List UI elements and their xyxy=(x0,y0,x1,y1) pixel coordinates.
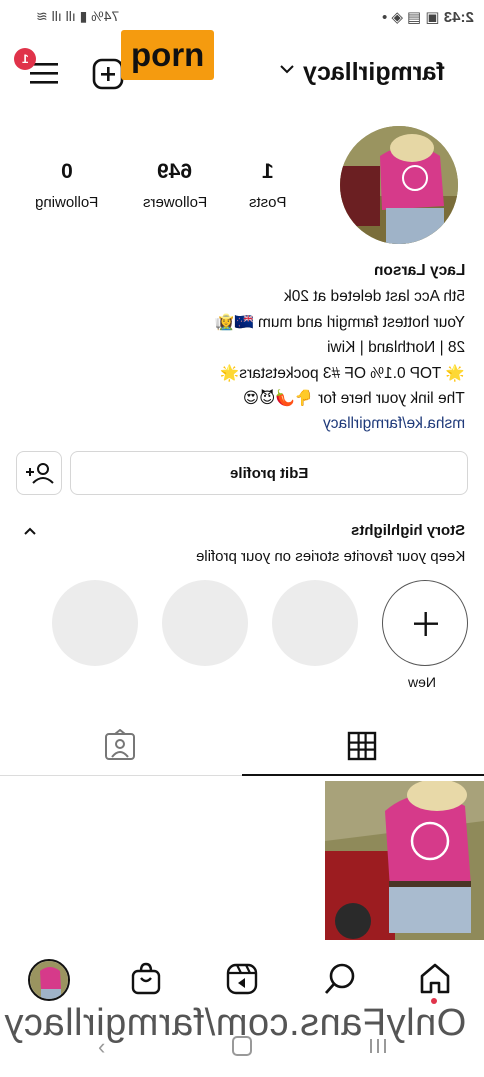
tab-grid[interactable] xyxy=(347,731,377,766)
edit-profile-button[interactable]: Edit profile xyxy=(70,451,468,495)
bio-line: 28 | Northland | Kiwi xyxy=(326,339,465,356)
bio-line: The link your here for 👇🌶️😈😍 xyxy=(243,390,465,407)
bio-link[interactable]: msha.ke/farmgirllacy xyxy=(323,415,465,433)
add-person-icon xyxy=(26,463,54,484)
highlights-title: Story highlights xyxy=(350,522,465,539)
following-label[interactable]: Following xyxy=(12,194,122,211)
profile-avatar[interactable] xyxy=(340,126,458,244)
plus-icon xyxy=(414,612,438,636)
highlight-placeholder xyxy=(52,580,138,666)
home-nav-icon[interactable] xyxy=(232,1036,252,1056)
status-left-icons: 74% ▮ ıll ıll ≋ xyxy=(36,8,119,25)
search-icon[interactable] xyxy=(323,962,357,1001)
battery-label: 74% ▮ ıll ıll ≋ xyxy=(36,8,120,24)
status-time: 2:43 xyxy=(443,9,474,26)
post-thumbnail[interactable] xyxy=(325,781,484,940)
plus-square-icon[interactable] xyxy=(92,58,124,90)
home-icon[interactable] xyxy=(418,961,452,1000)
back-nav-icon[interactable]: ‹ xyxy=(98,1034,105,1060)
add-person-button[interactable] xyxy=(16,451,62,495)
new-highlight-label: New xyxy=(408,674,437,690)
followers-count[interactable]: 649 xyxy=(125,160,225,184)
highlights-subtitle: Keep your favorite stories on your profi… xyxy=(195,548,465,565)
shopping-bag-icon[interactable] xyxy=(130,962,162,1001)
profile-nav-avatar[interactable] xyxy=(28,959,70,1001)
overlay-tag: porn xyxy=(121,30,215,80)
highlight-placeholder xyxy=(272,580,358,666)
bio-line: Your hottest farmgirl and mum 🇳🇿👩‍🌾 xyxy=(215,314,465,331)
tab-tagged[interactable] xyxy=(103,728,137,768)
profile-username[interactable]: farmgirllacy xyxy=(303,58,445,87)
active-tab-indicator xyxy=(242,774,484,776)
status-right: 2:43 ▣ ▤ ◈ • xyxy=(382,8,474,26)
grid-icon xyxy=(347,731,377,761)
notification-badge: 1 xyxy=(14,48,36,70)
chevron-down-icon[interactable] xyxy=(278,60,296,83)
bio-line: 🌟 TOP 0.1% OF #3 pocketstars🌟 xyxy=(220,365,465,382)
reels-icon[interactable] xyxy=(226,963,258,1000)
posts-label[interactable]: Posts xyxy=(213,194,323,211)
tagged-person-icon xyxy=(105,728,135,760)
following-count[interactable]: 0 xyxy=(17,160,117,184)
new-highlight-button[interactable] xyxy=(382,580,468,666)
highlight-placeholder xyxy=(162,580,248,666)
recents-nav-icon[interactable] xyxy=(368,1038,388,1059)
bio-line: 5th Acc last deleted at 20k xyxy=(284,288,465,305)
posts-count[interactable]: 1 xyxy=(218,160,318,184)
profile-name: Lacy Larson xyxy=(373,262,465,279)
status-notification-icons: ▣ ▤ ◈ • xyxy=(382,9,440,26)
chevron-up-icon[interactable] xyxy=(22,524,38,543)
